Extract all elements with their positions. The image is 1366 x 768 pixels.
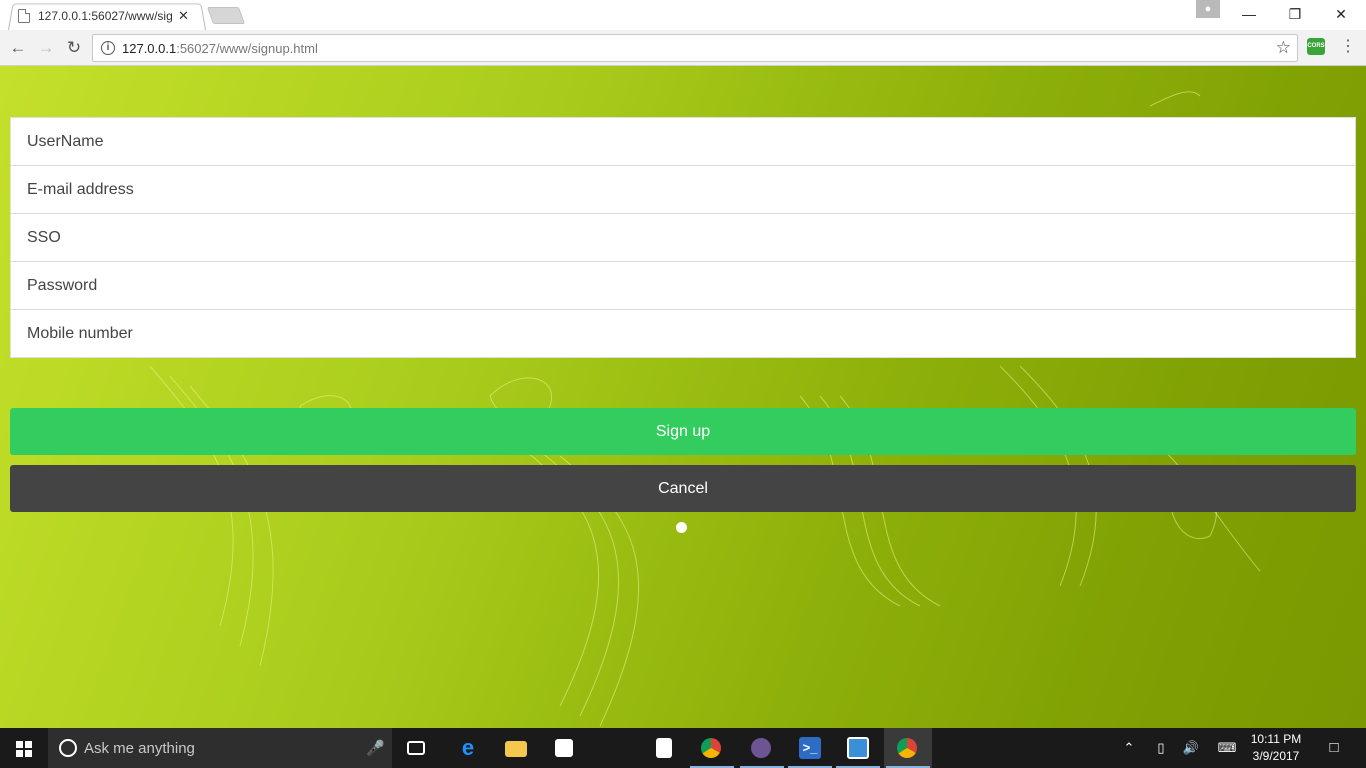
restore-icon[interactable]: ❐ [1272,0,1318,28]
username-row [11,118,1355,166]
signup-form [10,117,1356,358]
sso-input[interactable] [11,214,1355,261]
start-button[interactable] [0,728,48,768]
taskbar: Ask me anything 🎤 e >_ ⌃ ▯ 🔊 ⌨ 10:11 PM … [0,728,1366,768]
clock[interactable]: 10:11 PM 3/9/2017 [1244,731,1308,765]
reload-icon[interactable]: ↻ [62,36,86,60]
close-window-icon[interactable]: ✕ [1318,0,1364,28]
mobile-input[interactable] [11,310,1355,358]
sso-row [11,214,1355,262]
search-placeholder: Ask me anything [84,740,195,757]
app-icon[interactable] [834,728,882,768]
search-box[interactable]: Ask me anything 🎤 [48,728,392,768]
forward-icon[interactable]: → [34,36,58,60]
clock-time: 10:11 PM [1250,732,1302,746]
page-icon [18,9,30,23]
browser-toolbar: ← → ↻ i 127.0.0.1:56027/www/signup.html … [0,30,1366,66]
chevron-up-icon[interactable]: ⌃ [1118,728,1140,768]
minimize-icon[interactable]: — [1226,0,1272,28]
browser-tab-content[interactable]: 127.0.0.1:56027/www/signup.html ✕ [18,6,202,26]
battery-icon[interactable]: ▯ [1150,728,1172,768]
cursor-dot [676,522,687,533]
clock-date: 3/9/2017 [1252,749,1300,763]
powershell-icon[interactable]: >_ [786,728,834,768]
cors-extension-icon[interactable]: CORS [1307,38,1325,55]
cancel-button[interactable]: Cancel [10,465,1356,512]
store-icon[interactable] [540,728,588,768]
username-input[interactable] [11,118,1355,165]
keyboard-icon[interactable]: ⌨ [1212,728,1242,768]
email-row [11,166,1355,214]
url-text[interactable]: 127.0.0.1:56027/www/signup.html [122,41,318,56]
address-bar[interactable]: i 127.0.0.1:56027/www/signup.html ☆ [92,34,1298,62]
tab-title: 127.0.0.1:56027/www/signup.html [38,9,172,23]
new-tab-button[interactable] [206,7,246,24]
mobile-row [11,310,1355,358]
back-icon[interactable]: ← [6,36,30,60]
chrome-active-icon[interactable] [884,728,932,768]
task-view-icon[interactable] [392,728,440,768]
notification-icon[interactable]: □ [1322,728,1346,768]
info-icon[interactable]: i [101,41,115,55]
password-input[interactable] [11,262,1355,309]
page-viewport: Sign up Cancel [0,66,1366,728]
chrome-icon[interactable] [688,728,736,768]
profile-icon[interactable]: ● [1196,0,1220,18]
tab-strip: 127.0.0.1:56027/www/signup.html ✕ ● — ❐ … [0,0,1366,30]
bookmark-star-icon[interactable]: ☆ [1276,38,1291,58]
windows-icon [16,741,32,757]
github-icon[interactable] [738,728,786,768]
close-tab-icon[interactable]: ✕ [178,8,189,24]
cortana-icon [59,739,77,757]
calculator-icon[interactable] [640,728,688,768]
volume-icon[interactable]: 🔊 [1180,728,1202,768]
file-explorer-icon[interactable] [492,728,540,768]
menu-icon[interactable]: ⋮ [1340,36,1356,56]
edge-icon[interactable]: e [444,728,492,768]
password-row [11,262,1355,310]
microphone-icon[interactable]: 🎤 [366,739,385,757]
signup-button[interactable]: Sign up [10,408,1356,455]
email-input[interactable] [11,166,1355,213]
